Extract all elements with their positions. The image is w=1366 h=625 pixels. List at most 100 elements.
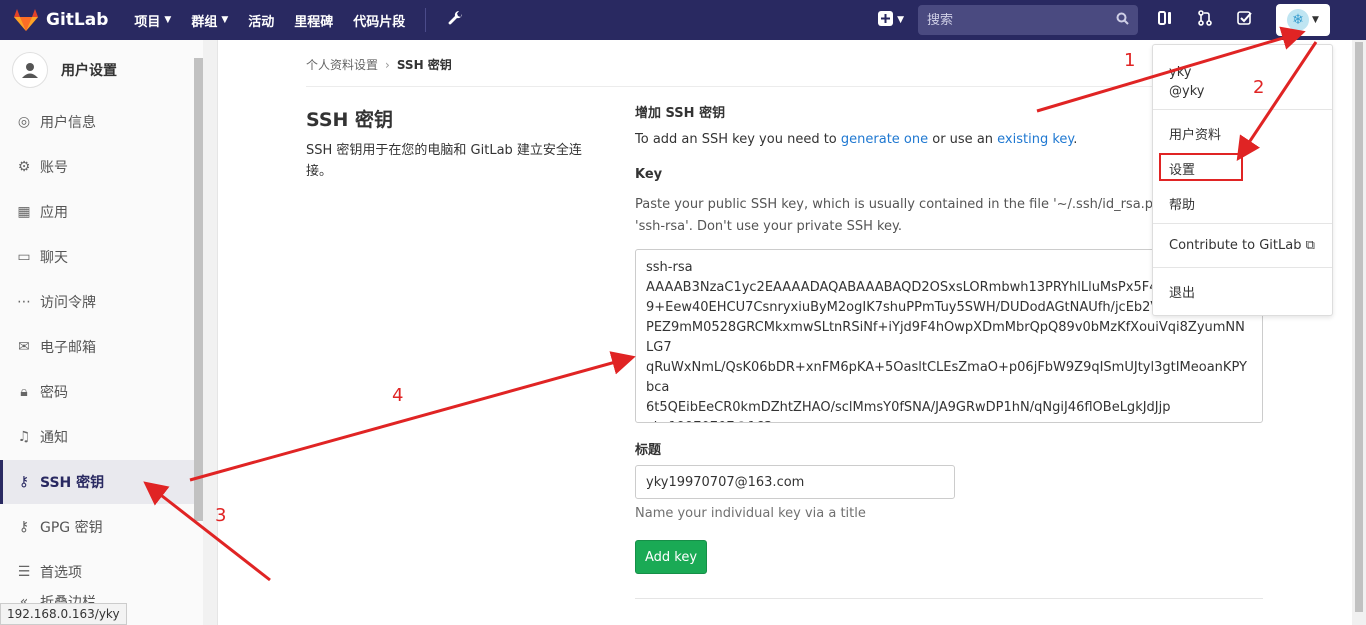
annotation-label-2: 2 [1253,77,1265,98]
user-circle-icon: ◎ [17,114,31,130]
breadcrumb-parent[interactable]: 个人资料设置 [306,56,378,73]
account-gear-icon: ⚙ [17,159,31,175]
sidebar-item-label: 通知 [40,430,68,446]
apps-grid-icon: ▦ [17,204,31,220]
admin-wrench-icon[interactable] [448,10,464,30]
sidebar-item-profile[interactable]: ◎ 用户信息 [0,100,204,144]
nav-projects[interactable]: 项目 ▼ [134,11,171,30]
sidebar-item-label: 应用 [40,205,68,221]
sidebar-header[interactable]: 用户设置 [0,40,217,100]
user-menu-button[interactable]: ❄ ▼ [1276,4,1330,36]
dropdown-user-info: yky @yky [1169,63,1204,101]
dropdown-item-profile[interactable]: 用户资料 [1169,124,1221,143]
key-icon: ⚷ [18,519,30,535]
page-title: SSH 密钥 [306,109,394,131]
nav-divider [425,8,427,32]
search-icon [1116,12,1129,29]
nav-activity-label: 活动 [248,14,275,30]
form-divider [635,598,1263,599]
nav-projects-label: 项目 [134,14,161,30]
breadcrumb-separator: › [385,57,390,72]
chat-icon: ▭ [17,249,31,265]
chevron-down-icon: ▼ [221,15,229,25]
sidebar-item-label: 聊天 [40,250,68,266]
sidebar-scrollbar-thumb[interactable] [194,58,203,521]
sidebar-item-label: 首选项 [40,565,82,581]
chevron-down-icon: ▼ [897,15,904,25]
title-input-value: yky19970707@163.com [646,474,805,490]
add-key-button[interactable]: Add key [635,540,707,574]
user-avatar-icon [12,52,48,88]
page-description: SSH 密钥用于在您的电脑和 GitLab 建立安全连接。 [306,143,582,179]
new-dropdown-button[interactable]: ▼ [878,10,904,30]
sidebar-item-account[interactable]: ⚙ 账号 [0,145,204,189]
sidebar-item-label: 密码 [40,385,68,401]
breadcrumb-divider [306,86,1264,87]
settings-highlight-box [1159,153,1243,181]
sidebar-item-notifications[interactable]: ♫ 通知 [0,415,204,459]
sidebar-item-label: SSH 密钥 [40,475,105,491]
existing-key-link[interactable]: existing key [997,132,1073,147]
chevron-down-icon: ▼ [164,15,172,25]
sidebar-item-emails[interactable]: ✉ 电子邮箱 [0,325,204,369]
preferences-icon: ☰ [17,564,31,580]
sidebar-item-label: 账号 [40,160,68,176]
search-input[interactable] [927,12,1097,28]
merge-requests-icon[interactable] [1196,10,1214,30]
title-input[interactable]: yky19970707@163.com [635,465,955,499]
dropdown-item-sign-out[interactable]: 退出 [1169,282,1195,301]
avatar: ❄ [1287,9,1310,31]
lock-icon: 🔒︎ [20,384,28,400]
intro-text: or use an [928,132,998,147]
sidebar-item-password[interactable]: 🔒︎ 密码 [0,370,204,414]
sidebar-item-ssh-keys[interactable]: ⚷ SSH 密钥 [0,460,204,504]
top-navbar: GitLab 项目 ▼ 群组 ▼ 活动 里程碑 代码片段 ▼ 搜索 ❄ ▼ [0,0,1366,40]
sidebar-item-access-tokens[interactable]: ⋯ 访问令牌 [0,280,204,324]
token-icon: ⋯ [17,294,31,310]
sidebar-title: 用户设置 [61,63,117,79]
dropdown-divider [1153,109,1332,110]
brand-name: GitLab [46,10,109,30]
dropdown-divider [1153,267,1332,268]
todos-icon[interactable] [1236,10,1254,30]
plus-square-icon [878,10,894,30]
dropdown-user-handle: @yky [1169,84,1205,99]
annotation-label-4: 4 [392,385,404,406]
dropdown-divider [1153,223,1332,224]
nav-milestones-label: 里程碑 [294,14,334,30]
key-icon: ⚷ [18,474,30,490]
search-box[interactable] [918,5,1138,35]
envelope-icon: ✉ [18,339,30,355]
status-bar-url: 192.168.0.163/yky [0,603,127,625]
gitlab-logo[interactable]: GitLab [14,0,108,40]
title-help-text: Name your individual key via a title [635,506,866,521]
dropdown-item-help[interactable]: 帮助 [1169,194,1195,213]
sidebar-item-gpg-keys[interactable]: ⚷ GPG 密钥 [0,505,204,549]
page-scrollbar[interactable] [1352,40,1366,625]
annotation-arrow-4 [189,351,636,482]
breadcrumb-current[interactable]: SSH 密钥 [397,56,452,73]
navbar-right: ▼ ❄ ▼ [878,0,1330,40]
sidebar-item-chat[interactable]: ▭ 聊天 [0,235,204,279]
annotation-label-3: 3 [215,505,227,526]
nav-snippets[interactable]: 代码片段 [353,11,405,30]
chevron-down-icon: ▼ [1312,15,1319,25]
sidebar-item-label: GPG 密钥 [40,520,103,536]
nav-activity[interactable]: 活动 [248,11,274,30]
page-scrollbar-thumb[interactable] [1355,42,1363,612]
main-nav: 项目 ▼ 群组 ▼ 活动 里程碑 代码片段 [134,11,425,30]
dropdown-item-contribute[interactable]: Contribute to GitLab ⧉ [1169,238,1315,253]
external-link-icon: ⧉ [1305,238,1315,253]
nav-milestones[interactable]: 里程碑 [294,11,333,30]
user-dropdown-menu: yky @yky 用户资料 设置 帮助 Contribute to GitLab… [1152,44,1333,316]
form-intro: To add an SSH key you need to generate o… [635,132,1077,147]
issues-icon[interactable] [1156,10,1174,30]
sidebar-item-applications[interactable]: ▦ 应用 [0,190,204,234]
contribute-label: Contribute to GitLab [1169,238,1302,253]
generate-one-link[interactable]: generate one [841,132,928,147]
sidebar-scrollbar[interactable] [203,40,217,625]
breadcrumb: 个人资料设置 › SSH 密钥 [306,56,452,73]
dropdown-user-name: yky [1169,65,1192,80]
nav-snippets-label: 代码片段 [353,14,406,30]
nav-groups[interactable]: 群组 ▼ [191,11,228,30]
